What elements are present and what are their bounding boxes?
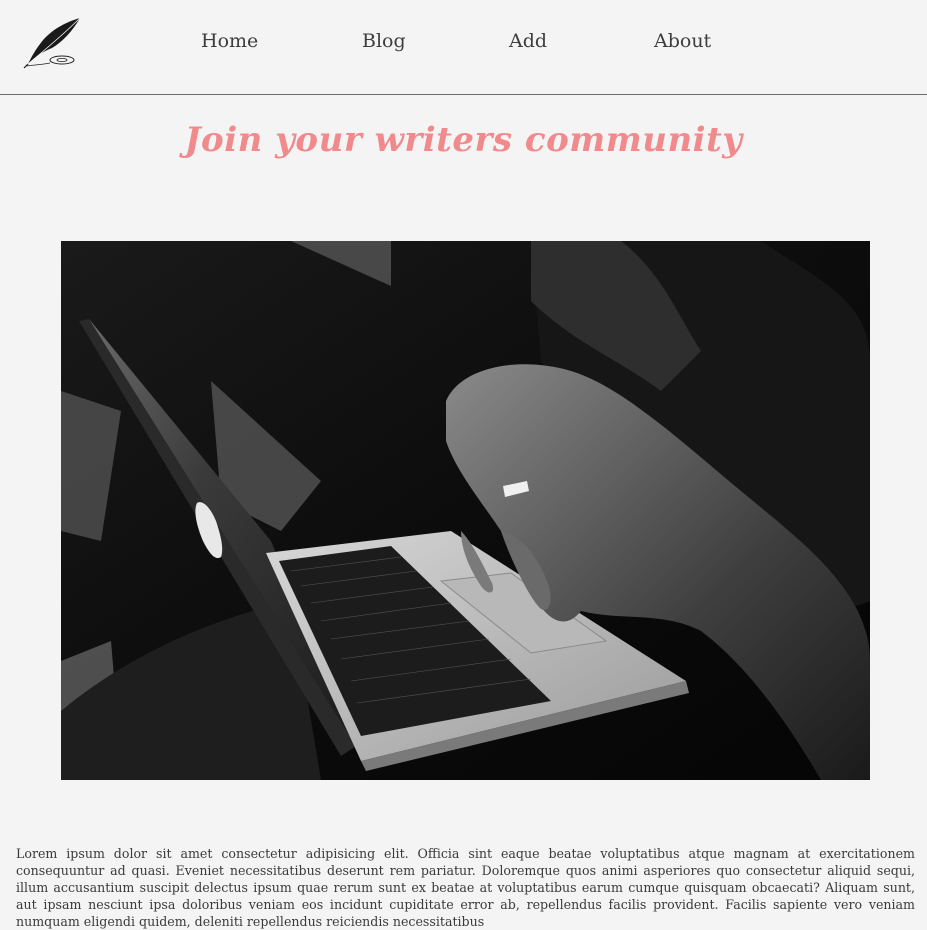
nav-blog[interactable]: Blog xyxy=(362,30,406,52)
site-header: Home Blog Add About xyxy=(0,0,927,95)
hero-title: Join your writers community xyxy=(184,120,743,160)
nav-home[interactable]: Home xyxy=(201,30,258,52)
laptop-photo xyxy=(61,241,870,780)
hero-image xyxy=(61,241,870,780)
intro-paragraph: Lorem ipsum dolor sit amet consectetur a… xyxy=(16,846,915,929)
nav-add[interactable]: Add xyxy=(509,30,547,52)
nav-about[interactable]: About xyxy=(654,30,711,52)
quill-pen-icon[interactable] xyxy=(22,16,84,70)
